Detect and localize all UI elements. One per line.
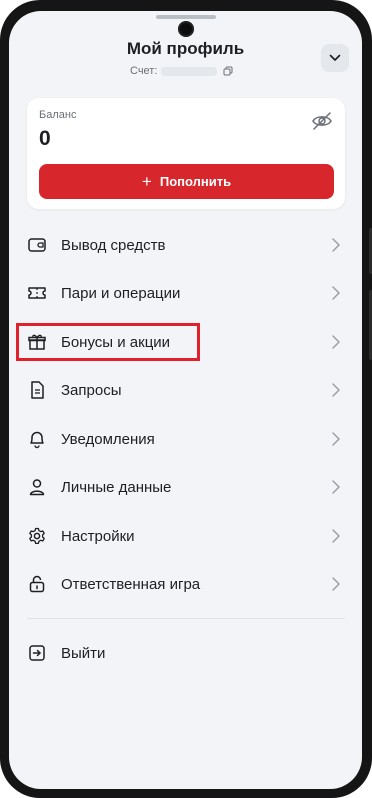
menu-item-label: Уведомления bbox=[61, 430, 155, 448]
logout-button[interactable]: Выйти bbox=[27, 633, 345, 673]
balance-label: Баланс bbox=[39, 109, 77, 121]
menu-item-bets-operations[interactable]: Пари и операции bbox=[27, 273, 345, 313]
copy-icon[interactable] bbox=[223, 66, 233, 76]
chevron-right-icon bbox=[332, 335, 340, 349]
account-label: Счет: bbox=[130, 65, 158, 77]
account-number-row: Счет: bbox=[130, 64, 233, 78]
chevron-right-icon bbox=[332, 286, 340, 300]
chevron-right-icon bbox=[332, 238, 340, 252]
bell-icon bbox=[27, 429, 47, 449]
menu-item-requests[interactable]: Запросы bbox=[27, 370, 345, 410]
menu-item-personal-data[interactable]: Личные данные bbox=[27, 467, 345, 507]
notch-bar bbox=[156, 15, 216, 19]
wallet-icon bbox=[27, 235, 47, 255]
highlight-box bbox=[16, 323, 200, 361]
menu-divider bbox=[27, 618, 345, 619]
account-number-masked bbox=[161, 66, 218, 76]
menu-item-label: Запросы bbox=[61, 381, 122, 399]
chevron-right-icon bbox=[332, 480, 340, 494]
collapse-button[interactable] bbox=[321, 44, 349, 72]
menu-item-responsible-gaming[interactable]: Ответственная игра bbox=[27, 564, 345, 604]
chevron-right-icon bbox=[332, 432, 340, 446]
menu-item-withdraw[interactable]: Вывод средств bbox=[27, 225, 345, 265]
menu-item-label: Личные данные bbox=[61, 478, 172, 496]
user-icon bbox=[27, 477, 47, 497]
menu-item-label: Вывод средств bbox=[61, 236, 166, 254]
menu-item-settings[interactable]: Настройки bbox=[27, 516, 345, 556]
logout-icon bbox=[27, 643, 47, 663]
chevron-down-icon bbox=[329, 54, 341, 61]
document-icon bbox=[27, 380, 47, 400]
topup-button[interactable]: + Пополнить bbox=[39, 164, 334, 199]
balance-card: Баланс 0 + Пополнить bbox=[27, 98, 345, 209]
page-title: Мой профиль bbox=[126, 39, 245, 58]
topup-label: Пополнить bbox=[159, 174, 232, 189]
lock-icon bbox=[27, 574, 47, 594]
chevron-right-icon bbox=[332, 529, 340, 543]
gear-icon bbox=[27, 526, 47, 546]
chevron-right-icon bbox=[332, 383, 340, 397]
app-screen: Мой профиль Счет: Баланс 0 + Пополнить В… bbox=[9, 11, 362, 789]
camera-icon bbox=[178, 21, 194, 37]
menu-item-label: Настройки bbox=[61, 527, 135, 545]
menu-item-notifications[interactable]: Уведомления bbox=[27, 419, 345, 459]
plus-icon: + bbox=[141, 172, 152, 191]
balance-value: 0 bbox=[39, 127, 51, 150]
eye-off-icon[interactable] bbox=[311, 110, 333, 132]
menu-item-label: Ответственная игра bbox=[61, 575, 201, 593]
phone-frame: Мой профиль Счет: Баланс 0 + Пополнить В… bbox=[0, 0, 372, 798]
menu-item-label: Пари и операции bbox=[61, 284, 181, 302]
ticket-icon bbox=[27, 283, 47, 303]
logout-label: Выйти bbox=[61, 644, 106, 662]
chevron-right-icon bbox=[332, 577, 340, 591]
